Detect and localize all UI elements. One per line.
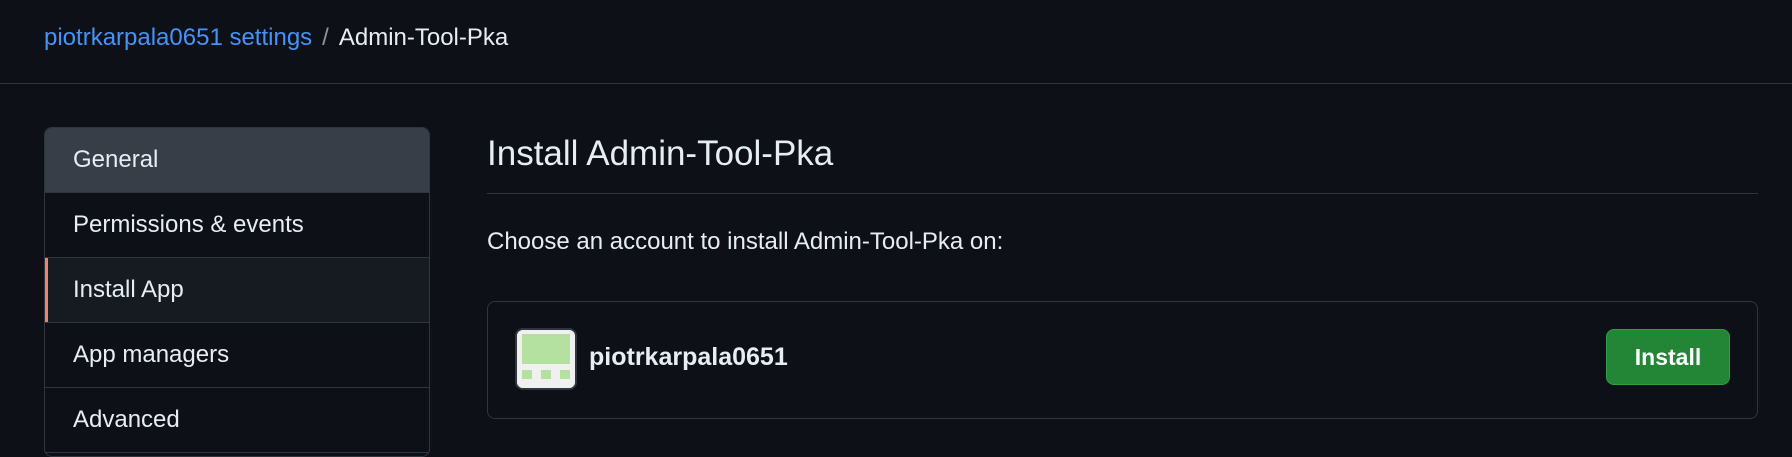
settings-sidebar: General Permissions & events Install App…: [44, 127, 430, 457]
sidebar-item-label: Permissions & events: [73, 211, 304, 238]
install-prompt: Choose an account to install Admin-Tool-…: [487, 228, 1004, 255]
sidebar-item-label: Install App: [73, 276, 184, 303]
sidebar-item-label: General: [73, 146, 159, 173]
sidebar-item-permissions-events[interactable]: Permissions & events: [45, 193, 429, 258]
identicon-avatar: [515, 328, 577, 390]
breadcrumb: piotrkarpala0651 settings / Admin-Tool-Pka: [44, 22, 508, 54]
account-name: piotrkarpala0651: [589, 343, 788, 371]
identicon-avatar-icon: [517, 330, 575, 388]
breadcrumb-current: Admin-Tool-Pka: [338, 24, 509, 51]
page-title: Install Admin-Tool-Pka: [487, 134, 834, 173]
breadcrumb-settings-link[interactable]: piotrkarpala0651 settings: [44, 24, 312, 51]
install-button[interactable]: Install: [1606, 329, 1730, 385]
top-bar: piotrkarpala0651 settings / Admin-Tool-Pka: [0, 0, 1792, 84]
sidebar-item-install-app[interactable]: Install App: [45, 258, 429, 323]
sidebar-item-general[interactable]: General: [45, 128, 429, 193]
sidebar-item-advanced[interactable]: Advanced: [45, 388, 429, 453]
sidebar-item-label: Advanced: [73, 406, 180, 433]
sidebar-item-app-managers[interactable]: App managers: [45, 323, 429, 388]
breadcrumb-separator: /: [322, 24, 329, 51]
sidebar-item-label: App managers: [73, 341, 230, 368]
title-divider: [487, 193, 1758, 194]
account-row: piotrkarpala0651 Install: [487, 301, 1758, 419]
